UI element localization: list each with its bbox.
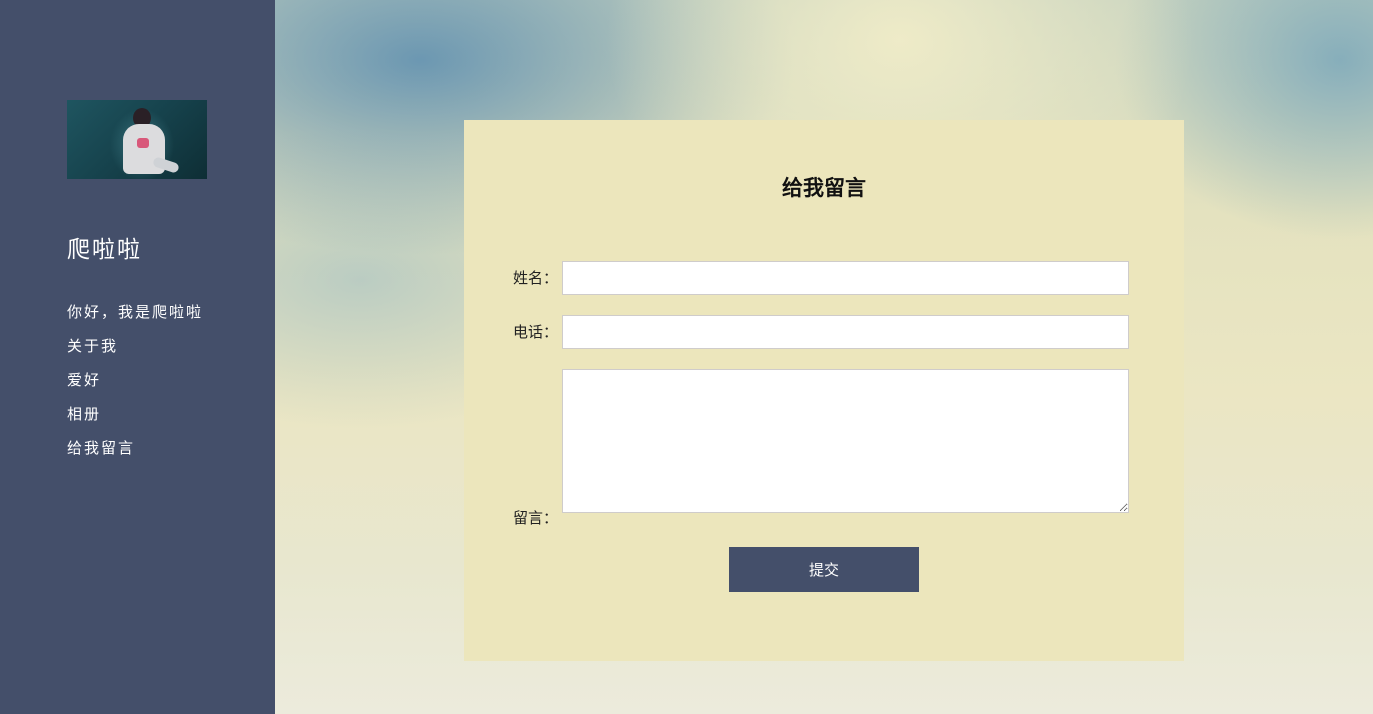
message-textarea[interactable] bbox=[562, 369, 1129, 513]
nav-item-hobbies[interactable]: 爱好 bbox=[67, 368, 217, 392]
name-input[interactable] bbox=[562, 261, 1129, 295]
form-title: 给我留言 bbox=[782, 176, 866, 200]
submit-button[interactable]: 提交 bbox=[729, 547, 919, 592]
nav-item-about[interactable]: 关于我 bbox=[67, 334, 217, 358]
sidebar: 爬啦啦 你好，我是爬啦啦 关于我 爱好 相册 给我留言 bbox=[0, 0, 275, 714]
avatar-image bbox=[67, 100, 207, 179]
phone-label: 电话： bbox=[513, 323, 559, 341]
nav-item-hello[interactable]: 你好，我是爬啦啦 bbox=[67, 300, 205, 324]
nav-item-message[interactable]: 给我留言 bbox=[67, 436, 217, 460]
message-form-card: 给我留言 姓名： 电话： 留言： 提交 bbox=[464, 120, 1184, 661]
sidebar-nav: 你好，我是爬啦啦 关于我 爱好 相册 给我留言 bbox=[67, 300, 217, 470]
nav-item-album[interactable]: 相册 bbox=[67, 402, 217, 426]
name-label: 姓名： bbox=[513, 269, 559, 287]
message-label: 留言： bbox=[513, 509, 559, 527]
phone-input[interactable] bbox=[562, 315, 1129, 349]
avatar-figure-mark bbox=[137, 138, 149, 148]
site-title: 爬啦啦 bbox=[67, 237, 142, 263]
